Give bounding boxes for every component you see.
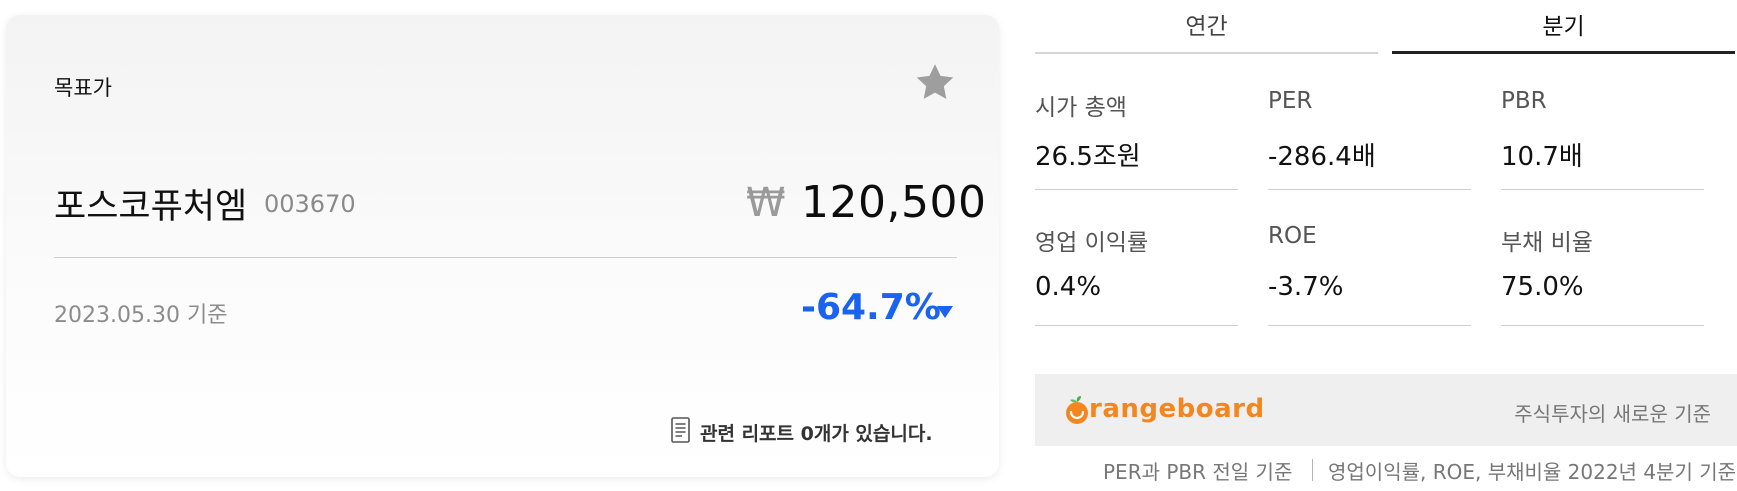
orangeboard-banner[interactable]: rangeboard 주식투자의 새로운 기준 [1035, 374, 1737, 446]
related-report-link[interactable]: 관련 리포트 0개가 있습니다. [700, 419, 933, 446]
metric-value-per: -286.4배 [1268, 142, 1376, 172]
down-triangle-icon [937, 306, 953, 318]
metric-value-debt-ratio: 75.0% [1501, 272, 1584, 302]
base-date: 2023.05.30 기준 [54, 303, 228, 328]
metric-divider [1035, 189, 1238, 190]
target-price-value: 120,500 [801, 177, 987, 228]
company-code: 003670 [264, 190, 356, 218]
metric-label-operating-margin: 영업 이익률 [1035, 230, 1149, 256]
change-rate: -64.7% [801, 287, 941, 328]
tab-quarterly[interactable]: 분기 [1392, 0, 1735, 54]
metric-divider [1501, 325, 1704, 326]
card-divider [54, 257, 957, 258]
metric-value-operating-margin: 0.4% [1035, 272, 1102, 302]
orange-fruit-icon [1066, 396, 1088, 424]
metric-label-per: PER [1268, 88, 1313, 114]
metric-divider [1501, 189, 1704, 190]
banner-slogan: 주식투자의 새로운 기준 [1514, 402, 1711, 426]
metric-divider [1035, 325, 1238, 326]
target-price-card: 목표가 포스코퓨처엠 003670 ₩ 120,500 2023.05.30 기… [6, 15, 999, 477]
footnote-ratios: 영업이익률, ROE, 부채비율 2022년 4분기 기준 [1328, 460, 1737, 484]
star-icon[interactable] [912, 60, 958, 106]
metric-label-market-cap: 시가 총액 [1035, 95, 1127, 121]
report-document-icon [671, 417, 690, 443]
metric-value-pbr: 10.7배 [1501, 142, 1583, 172]
tab-annual[interactable]: 연간 [1035, 0, 1378, 54]
brand-name: rangeboard [1089, 394, 1265, 424]
footnote-separator [1312, 459, 1313, 481]
metric-value-roe: -3.7% [1268, 272, 1344, 302]
metric-divider [1268, 189, 1471, 190]
metric-label-pbr: PBR [1501, 88, 1547, 114]
metric-label-debt-ratio: 부채 비율 [1501, 230, 1593, 256]
company-name: 포스코퓨처엠 [54, 187, 248, 227]
footnote-per-pbr: PER과 PBR 전일 기준 [1103, 460, 1293, 484]
metric-divider [1268, 325, 1471, 326]
currency-symbol: ₩ [746, 180, 786, 226]
metric-value-market-cap: 26.5조원 [1035, 142, 1141, 172]
card-title: 목표가 [54, 76, 112, 100]
metric-label-roe: ROE [1268, 223, 1317, 249]
